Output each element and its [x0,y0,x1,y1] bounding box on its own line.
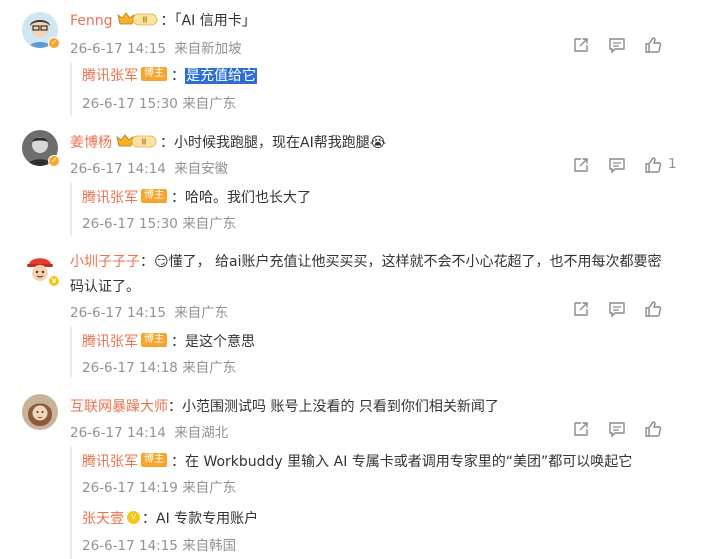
location: 来自广东 [182,96,237,112]
reply-block: 腾讯张军 博主 ：哈哈。我们也长大了 26-6-17 15:30 来自广东 [70,182,686,236]
reply-line: 腾讯张军 博主 ：哈哈。我们也长大了 [82,187,311,207]
user-name[interactable]: 姜博杨 [70,135,112,151]
reply-user-name[interactable]: 张天壹 [82,511,124,527]
timestamp: 26-6-17 14:15 [70,305,166,321]
reply-separator: ： [171,334,185,350]
timestamp: 26-6-17 14:15 [70,41,166,57]
timestamp: 26-6-17 14:14 [70,161,166,177]
comment-actions [572,420,682,440]
location: 来自韩国 [182,538,237,554]
reply-meta: 26-6-17 14:18 来自广东 [82,356,236,376]
reply-line: 腾讯张军 博主 ：是这个意思 [82,331,255,351]
timestamp: 26-6-17 14:15 [82,538,178,554]
comment-line: 小圳子子子：😏懂了， 给ai账户充值让他买买买，这样就不会不小心花超了，也不用每… [70,251,680,271]
author-badge: 博主 [141,333,167,347]
location: 来自安徽 [174,161,229,177]
comment-icon[interactable] [608,300,626,318]
comment-text: ：「AI 信用卡」 [160,13,256,29]
reply-meta: 26-6-17 15:30 来自广东 [82,92,236,112]
like-icon[interactable] [644,156,662,174]
reply-text: 哈哈。我们也长大了 [185,190,311,206]
reply-line: 腾讯张军 博主 ：是充值给它 [82,65,257,85]
reply-separator: ： [142,511,156,527]
verified-badge-icon: ✓ [48,37,60,49]
location: 来自广东 [174,305,229,321]
location: 来自广东 [182,480,237,496]
like-icon[interactable] [644,420,662,438]
reply-text: 在 Workbuddy 里输入 AI 专属卡或者调用专家里的“美团”都可以唤起它 [185,454,633,470]
timestamp: 26-6-17 14:14 [70,425,166,441]
comment-icon[interactable] [608,156,626,174]
reply-line: 腾讯张军 博主 ：在 Workbuddy 里输入 AI 专属卡或者调用专家里的“美团… [82,451,632,471]
timestamp: 26-6-17 14:19 [82,480,178,496]
reply-user-name[interactable]: 腾讯张军 [82,68,138,84]
comment-actions: 1 [572,156,682,176]
author-badge: 博主 [141,189,167,203]
comment-meta: 26-6-17 14:14 来自安徽 [70,157,228,177]
comment-text: ：小范围测试吗 账号上没看的 只看到你们相关新闻了 [168,399,499,415]
reply-separator: ： [171,454,185,470]
location: 来自广东 [182,216,237,232]
comment-line: Fenng ：「AI 信用卡」 [70,10,680,30]
share-icon[interactable] [572,156,590,174]
reply-line: 张天壹 v ：AI 专款专用账户 [82,508,258,528]
reply-block: 腾讯张军 博主 ：是这个意思 26-6-17 14:18 来自广东 [70,326,686,378]
timestamp: 26-6-17 15:30 [82,216,178,232]
location: 来自广东 [182,360,237,376]
location: 来自湖北 [174,425,229,441]
reply-meta: 26-6-17 15:30 来自广东 [82,212,236,232]
comment-actions [572,36,682,56]
comment-meta: 26-6-17 14:14 来自湖北 [70,421,228,441]
reply-text: 是这个意思 [185,334,255,350]
like-icon[interactable] [644,36,662,54]
verified-badge-icon: ✓ [48,155,60,167]
comment-line-2: 码认证了。 [70,276,680,296]
comment-meta: 26-6-17 14:15 来自新加坡 [70,37,242,57]
reply-user-name[interactable]: 腾讯张军 [82,190,138,206]
share-icon[interactable] [572,420,590,438]
user-name[interactable]: 小圳子子子 [70,254,140,270]
comment-icon[interactable] [608,36,626,54]
location: 来自新加坡 [174,41,242,57]
comment-meta: 26-6-17 14:15 来自广东 [70,301,228,321]
comment-line: 姜博杨 ：小时候我跑腿，现在AI帮我跑腿😭 [70,132,680,152]
share-icon[interactable] [572,36,590,54]
author-badge: 博主 [141,67,167,81]
comment-text: ：😏懂了， 给ai账户充值让他买买买，这样就不会不小心花超了，也不用每次都要密 [140,254,662,270]
like-icon[interactable] [644,300,662,318]
comment-line: 互联网暴躁大师：小范围测试吗 账号上没看的 只看到你们相关新闻了 [70,396,680,416]
verified-badge-icon: v [48,275,60,287]
crown-level-icon [117,11,159,27]
reply-separator: ： [171,68,185,84]
verified-badge-icon: v [127,510,140,524]
timestamp: 26-6-17 14:18 [82,360,178,376]
like-count: 1 [668,156,677,172]
comment-text-continued: 码认证了。 [70,279,140,295]
reply-text: AI 专款专用账户 [156,511,259,527]
reply-meta: 26-6-17 14:15 来自韩国 [82,534,236,554]
comment-icon[interactable] [608,420,626,438]
author-badge: 博主 [141,453,167,467]
avatar[interactable] [22,394,58,430]
reply-block: 腾讯张军 博主 ：在 Workbuddy 里输入 AI 专属卡或者调用专家里的“美团… [70,446,686,559]
reply-block: 腾讯张军 博主 ：是充值给它 26-6-17 15:30 来自广东 [70,62,686,116]
reply-separator: ： [171,190,185,206]
timestamp: 26-6-17 15:30 [82,96,178,112]
comment-text: ：小时候我跑腿，现在AI帮我跑腿😭 [160,135,387,151]
reply-user-name[interactable]: 腾讯张军 [82,454,138,470]
reply-user-name[interactable]: 腾讯张军 [82,334,138,350]
reply-meta: 26-6-17 14:19 来自广东 [82,476,236,496]
user-name[interactable]: Fenng [70,13,113,29]
share-icon[interactable] [572,300,590,318]
crown-level-icon [116,133,158,149]
reply-text: 是充值给它 [185,68,257,84]
user-name[interactable]: 互联网暴躁大师 [70,399,168,415]
comment-actions [572,300,682,320]
